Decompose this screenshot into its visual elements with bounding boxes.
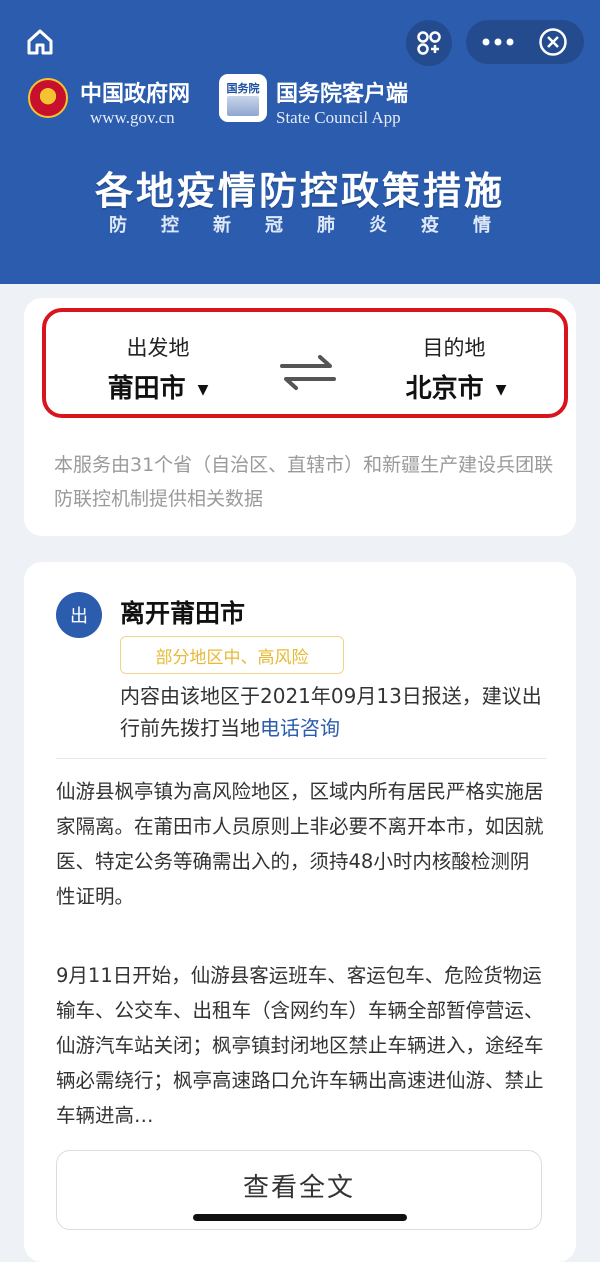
gov-site-url: www.gov.cn — [90, 108, 175, 127]
from-label: 出发地 — [126, 336, 190, 360]
policy-paragraph: 仙游县枫亭镇为高风险地区，区域内所有居民严格实施居家隔离。在莆田市人员原则上非必… — [56, 780, 544, 908]
phone-consult-link[interactable]: 电话咨询 — [260, 716, 340, 740]
swap-icon[interactable] — [276, 352, 340, 392]
data-source-notice: 本服务由31个省（自治区、直辖市）和新疆生产建设兵团联防联控机制提供相关数据 — [54, 454, 554, 510]
departure-badge: 出 — [56, 592, 102, 638]
state-council-app-icon: 国务院 — [219, 74, 267, 122]
to-city-select[interactable]: 北京市 ▼ — [376, 368, 536, 405]
chevron-down-icon: ▼ — [197, 381, 209, 398]
more-icon[interactable] — [478, 26, 518, 58]
departure-policy-card: 出 离开莆田市 部分地区中、高风险 内容由该地区于2021年09月13日报送，建… — [24, 562, 576, 1262]
risk-level-tag: 部分地区中、高风险 — [120, 636, 344, 674]
departure-title: 离开莆田市 — [120, 599, 246, 628]
header-banner: 中国政府网 www.gov.cn 国务院 国务院客户端 State Counci… — [0, 0, 600, 284]
close-icon[interactable] — [532, 22, 574, 62]
policy-paragraph: 9月11日开始，仙游县客运班车、客运包车、危险货物运输车、公交车、出租车（含网约… — [56, 964, 544, 1127]
to-city: 北京市 — [405, 374, 484, 404]
route-selector: 出发地 莆田市 ▼ 目的地 北京市 ▼ — [42, 308, 568, 418]
chevron-down-icon: ▼ — [495, 381, 507, 398]
scan-icon[interactable] — [406, 20, 452, 66]
divider — [56, 758, 546, 759]
home-icon[interactable] — [20, 22, 60, 62]
report-info: 内容由该地区于2021年09月13日报送，建议出行前先拨打当地电话咨询 — [120, 680, 560, 744]
app-name-en: State Council App — [276, 108, 401, 127]
from-city: 莆田市 — [107, 374, 186, 404]
national-emblem-icon — [28, 78, 68, 118]
home-indicator — [193, 1214, 407, 1221]
from-city-select[interactable]: 莆田市 ▼ — [78, 368, 238, 405]
app-icon-label: 国务院 — [226, 82, 260, 95]
app-name: 国务院客户端 — [276, 82, 409, 107]
page-subtitle: 防控新冠肺炎疫情 — [109, 215, 525, 236]
to-label: 目的地 — [422, 336, 486, 360]
route-card: 出发地 莆田市 ▼ 目的地 北京市 ▼ 本服务由31个省（自治区、直辖市）和新疆生产… — [24, 298, 576, 536]
page-title: 各地疫情防控政策措施 — [94, 169, 505, 213]
gov-site-name: 中国政府网 — [80, 82, 191, 107]
building-icon — [227, 96, 259, 116]
